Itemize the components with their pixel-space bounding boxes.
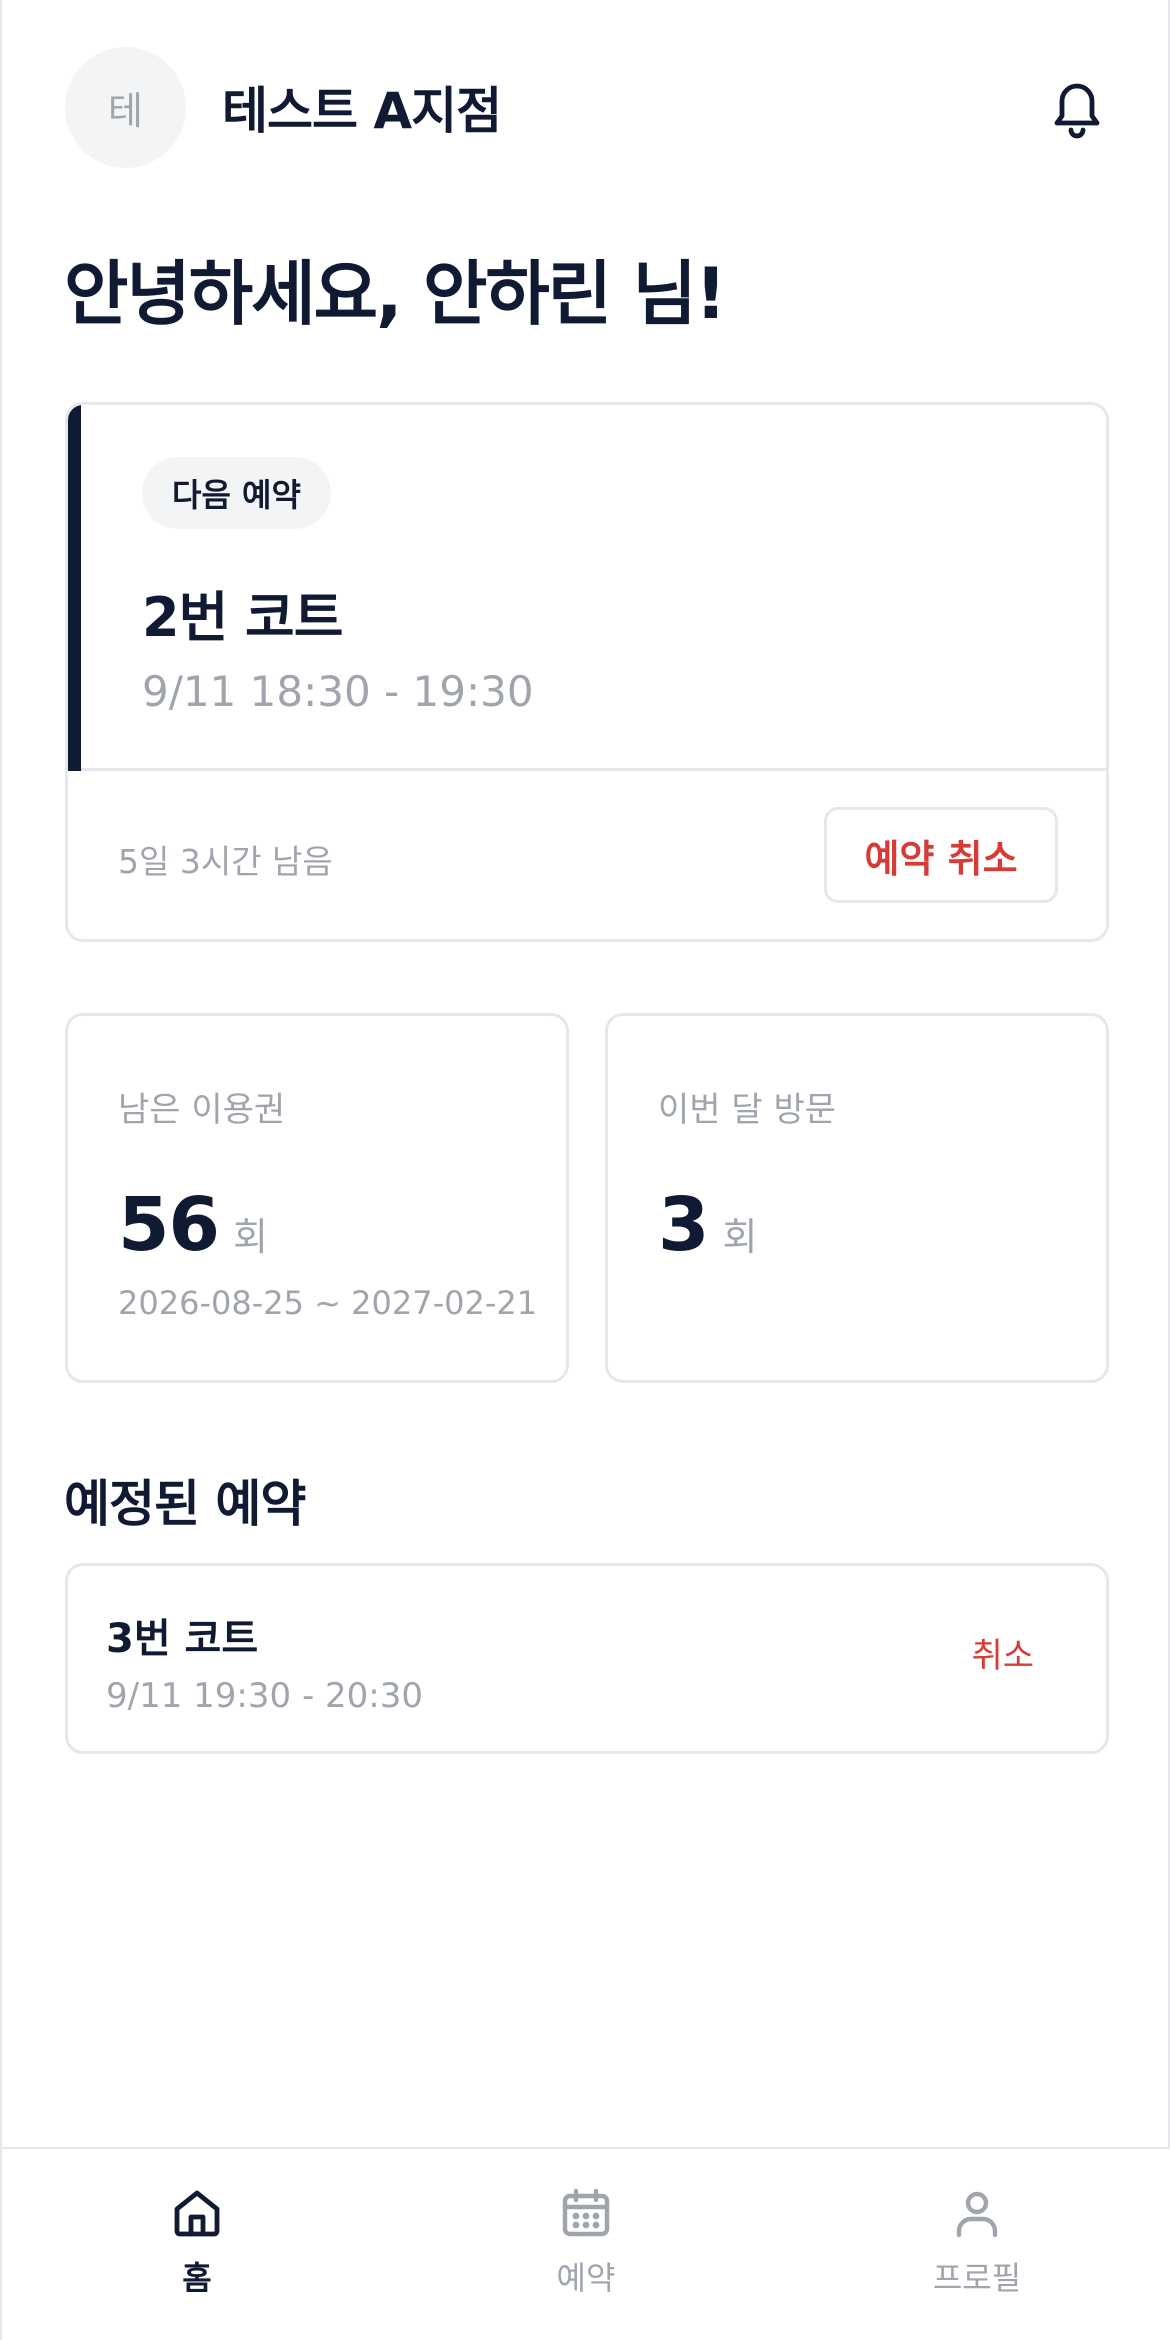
pass-validity-range: 2026-08-25 ~ 2027-02-21 bbox=[118, 1284, 538, 1322]
time-remaining: 5일 3시간 남음 bbox=[118, 842, 333, 881]
scheduled-section-title: 예정된 예약 bbox=[64, 1475, 306, 1533]
user-icon bbox=[956, 2191, 998, 2238]
nav-profile[interactable]: 프로필 bbox=[877, 2185, 1077, 2299]
bottom-nav: 홈 예약 프로필 bbox=[2, 2147, 1170, 2340]
remaining-passes-card: 남은 이용권 56 회 2026-08-25 ~ 2027-02-21 bbox=[65, 1013, 569, 1383]
remaining-passes-value: 56 bbox=[118, 1182, 220, 1268]
next-reservation-badge: 다음 예약 bbox=[142, 457, 331, 529]
remaining-passes-value-row: 56 회 bbox=[118, 1182, 268, 1268]
calendar-icon bbox=[562, 2188, 610, 2237]
bell-icon bbox=[1054, 83, 1100, 139]
scheduled-time: 9/11 19:30 - 20:30 bbox=[106, 1676, 424, 1716]
home-icon bbox=[174, 2190, 220, 2237]
remaining-passes-label: 남은 이용권 bbox=[118, 1090, 286, 1130]
header: 테 테스트 A지점 bbox=[65, 46, 1109, 168]
greeting-title: 안녕하세요, 안하린 님! bbox=[64, 253, 727, 335]
nav-profile-label: 프로필 bbox=[932, 2259, 1022, 2297]
next-reservation-court: 2번 코트 bbox=[142, 586, 343, 649]
nav-home-label: 홈 bbox=[182, 2259, 212, 2297]
nav-reservations-label: 예약 bbox=[556, 2259, 616, 2297]
monthly-visits-card: 이번 달 방문 3 회 bbox=[605, 1013, 1109, 1383]
nav-home[interactable]: 홈 bbox=[97, 2185, 297, 2299]
list-item[interactable]: 3번 코트 9/11 19:30 - 20:30 취소 bbox=[65, 1563, 1109, 1754]
branch-name[interactable]: 테스트 A지점 bbox=[222, 71, 502, 143]
next-reservation-card: 다음 예약 2번 코트 9/11 18:30 - 19:30 5일 3시간 남음… bbox=[65, 402, 1109, 942]
next-reservation-body: 다음 예약 2번 코트 9/11 18:30 - 19:30 bbox=[68, 405, 1106, 771]
avatar-initial: 테 bbox=[108, 88, 143, 133]
monthly-visits-value-row: 3 회 bbox=[658, 1182, 757, 1268]
next-reservation-time: 9/11 18:30 - 19:30 bbox=[142, 667, 534, 716]
scheduled-court: 3번 코트 bbox=[106, 1616, 259, 1662]
monthly-visits-value: 3 bbox=[658, 1182, 709, 1268]
monthly-visits-unit: 회 bbox=[722, 1215, 758, 1259]
notifications-button[interactable] bbox=[1045, 71, 1109, 143]
card-accent-bar bbox=[68, 405, 81, 771]
nav-reservations[interactable]: 예약 bbox=[486, 2185, 686, 2299]
monthly-visits-label: 이번 달 방문 bbox=[658, 1090, 837, 1130]
remaining-passes-unit: 회 bbox=[232, 1215, 268, 1259]
app-frame: 테 테스트 A지점 안녕하세요, 안하린 님! 다음 예약 2번 코트 9/11… bbox=[0, 0, 1170, 2340]
scheduled-cancel-button[interactable]: 취소 bbox=[971, 1628, 1034, 1677]
branch-avatar[interactable]: 테 bbox=[65, 46, 186, 168]
cancel-reservation-button[interactable]: 예약 취소 bbox=[824, 807, 1058, 903]
